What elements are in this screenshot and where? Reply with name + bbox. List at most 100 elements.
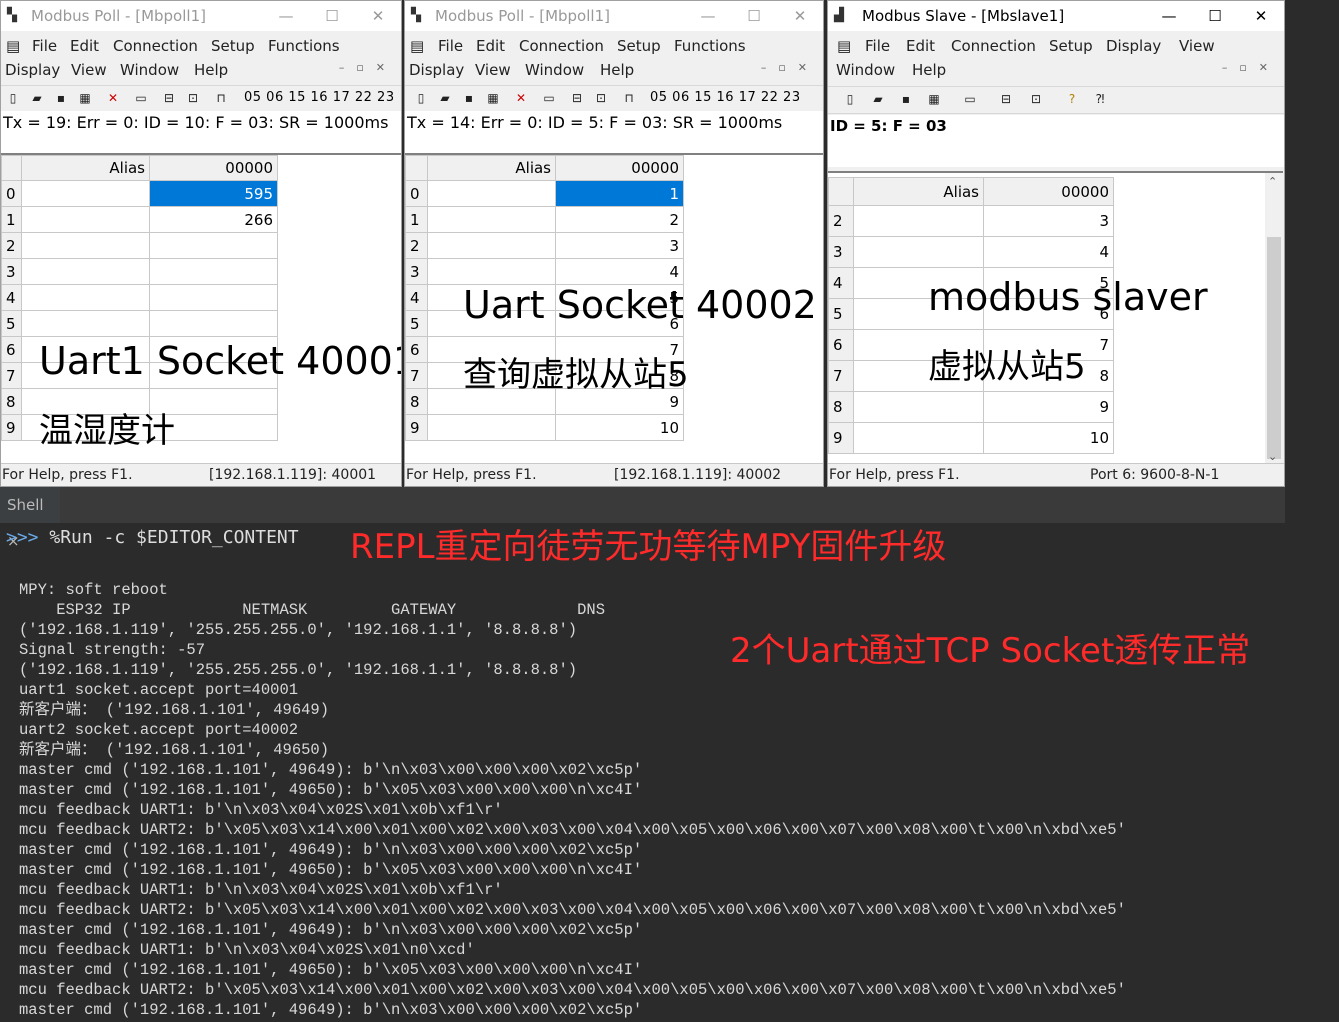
alias-cell[interactable] [853,422,984,454]
minimize-icon[interactable]: — [263,1,309,31]
new-file-icon[interactable]: ▯ [842,91,858,107]
row-number[interactable]: 6 [828,329,854,361]
mdi-doc-icon[interactable]: ▤ [837,37,851,55]
menu-window[interactable]: Window [120,61,179,79]
menu-display[interactable]: Display [5,61,60,79]
close-icon[interactable]: ✕ [1238,1,1284,31]
table-row[interactable]: 9 10 [405,414,684,441]
menu-window[interactable]: Window [525,61,584,79]
table-row[interactable]: 12 [405,206,684,233]
value-cell[interactable]: 1 [555,180,684,207]
row-number[interactable]: 3 [1,258,22,285]
mdi-controls-icon[interactable]: –▫✕ [339,61,397,74]
maximize-icon[interactable]: ☐ [309,1,355,31]
maximize-icon[interactable]: ☐ [1192,1,1238,31]
alias-cell[interactable] [21,232,150,259]
table-row[interactable]: 4 [1,284,278,311]
table-row[interactable]: 1 266 [1,206,278,233]
disconnect-icon[interactable]: ⊡ [185,90,201,106]
mdi-doc-icon[interactable]: ▤ [6,37,20,55]
row-number[interactable]: 4 [405,284,428,311]
alias-cell[interactable] [427,414,556,441]
alias-cell[interactable] [853,236,984,268]
register-table[interactable]: Alias 00000 0 595 1 266 2 3 4 5 6 7 8 9 [1,155,278,441]
row-number[interactable]: 6 [405,336,428,363]
row-number[interactable]: 9 [828,422,854,454]
menu-functions[interactable]: Functions [674,37,746,55]
value-cell[interactable]: 595 [149,180,278,207]
window-icon[interactable]: ▭ [541,90,557,106]
window-icon[interactable]: ▭ [133,90,149,106]
mdi-controls-icon[interactable]: –▫✕ [1222,61,1280,74]
alias-cell[interactable] [427,206,556,233]
title-bar[interactable]: ▟ Modbus Slave - [Mbslave1] — ☐ ✕ [828,1,1284,31]
menu-window[interactable]: Window [836,61,895,79]
pulse-icon[interactable]: ⊓ [621,90,637,106]
row-number[interactable]: 3 [405,258,428,285]
row-number[interactable]: 8 [828,391,854,423]
menu-view[interactable]: View [71,61,107,79]
print-icon[interactable]: ▦ [77,90,93,106]
menu-edit[interactable]: Edit [906,37,935,55]
alias-cell[interactable] [853,205,984,237]
row-number[interactable]: 4 [1,284,22,311]
table-row[interactable]: 2 [1,232,278,259]
row-number[interactable]: 3 [828,236,854,268]
save-icon[interactable]: ▪ [898,91,914,107]
value-cell[interactable] [149,284,278,311]
row-number[interactable]: 8 [405,388,428,415]
save-icon[interactable]: ▪ [53,90,69,106]
scroll-down-icon[interactable]: ⌄ [1268,450,1277,463]
alias-cell[interactable] [21,310,150,337]
column-header-address[interactable]: 00000 [983,177,1114,206]
connect-icon[interactable]: ⊟ [569,90,585,106]
delete-icon[interactable]: ✕ [105,90,121,106]
close-icon[interactable]: ✕ [355,1,401,31]
row-number[interactable]: 0 [1,180,22,207]
table-row[interactable]: 34 [405,258,684,285]
table-row[interactable]: 89 [828,391,1114,423]
table-row[interactable]: 9 10 [828,422,1114,454]
menu-help[interactable]: Help [194,61,228,79]
row-number[interactable]: 5 [1,310,22,337]
alias-cell[interactable] [427,232,556,259]
print-icon[interactable]: ▦ [926,91,942,107]
value-cell[interactable]: 9 [983,391,1114,423]
table-row[interactable]: 01 [405,180,684,207]
title-bar[interactable]: ▚ Modbus Poll - [Mbpoll1] — ☐ ✕ [1,1,401,31]
table-row[interactable]: 23 [405,232,684,259]
open-folder-icon[interactable]: ▰ [437,90,453,106]
modbus-poll-window-2[interactable]: ▚ Modbus Poll - [Mbpoll1] — ☐ ✕ ▤ File E… [404,0,824,487]
menu-help[interactable]: Help [600,61,634,79]
value-cell[interactable]: 3 [983,205,1114,237]
value-cell[interactable]: 10 [555,414,684,441]
value-cell[interactable] [149,232,278,259]
menu-file[interactable]: File [32,37,57,55]
function-code-buttons[interactable]: 05 06 15 16 17 22 23 [244,90,395,105]
open-folder-icon[interactable]: ▰ [29,90,45,106]
mdi-doc-icon[interactable]: ▤ [410,37,424,55]
about-icon[interactable]: ? [1064,91,1080,107]
alias-cell[interactable] [21,206,150,233]
row-number[interactable]: 7 [405,362,428,389]
scrollbar-thumb[interactable] [1267,237,1281,459]
value-cell[interactable] [149,310,278,337]
delete-icon[interactable]: ✕ [513,90,529,106]
new-file-icon[interactable]: ▯ [5,90,21,106]
column-header-alias[interactable]: Alias [21,155,150,181]
tab-shell[interactable]: Shell × [0,487,60,550]
menu-connection[interactable]: Connection [113,37,198,55]
modbus-poll-window-1[interactable]: ▚ Modbus Poll - [Mbpoll1] — ☐ ✕ ▤ File E… [0,0,402,487]
alias-cell[interactable] [21,180,150,207]
row-number[interactable]: 7 [1,362,22,389]
menu-edit[interactable]: Edit [476,37,505,55]
alias-cell[interactable] [853,391,984,423]
value-cell[interactable]: 4 [983,236,1114,268]
column-header-alias[interactable]: Alias [853,177,984,206]
minimize-icon[interactable]: — [1146,1,1192,31]
menu-help[interactable]: Help [912,61,946,79]
connect-icon[interactable]: ⊟ [161,90,177,106]
value-cell[interactable]: 10 [983,422,1114,454]
alias-cell[interactable] [427,258,556,285]
column-header-address[interactable]: 00000 [555,155,684,181]
